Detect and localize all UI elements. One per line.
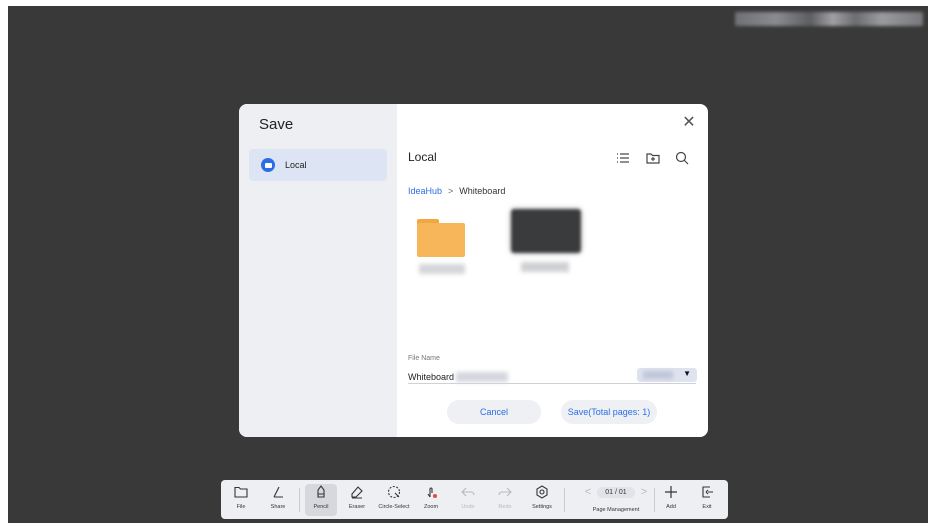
toolbar-undo[interactable]: Undo — [452, 484, 484, 516]
sidebar-item-label: Local — [285, 160, 307, 170]
breadcrumb-ideahub[interactable]: IdeaHub — [408, 186, 442, 196]
toolbar-label: File — [236, 504, 246, 510]
toolbar-label: Add — [666, 504, 676, 510]
eraser-icon — [351, 486, 363, 499]
dialog-sidebar: Save Local — [239, 104, 397, 437]
toolbar-zoom[interactable]: Zoom — [415, 484, 447, 516]
page-indicator: 01 / 01 — [597, 486, 635, 498]
pencil-icon — [317, 485, 325, 498]
zoom-icon — [427, 487, 437, 498]
toolbar-label: Zoom — [423, 504, 439, 510]
new-folder-icon[interactable] — [645, 150, 661, 166]
redo-icon — [498, 487, 512, 497]
save-button[interactable]: Save(Total pages: 1) — [561, 400, 657, 424]
toolbar-add[interactable]: Add — [655, 484, 687, 516]
toolbar-label: Settings — [532, 504, 552, 510]
folder-item[interactable] — [397, 209, 467, 281]
redacted-folder-name — [419, 264, 465, 274]
redacted-file-name — [521, 262, 569, 272]
toolbar-file[interactable]: File — [225, 484, 257, 516]
cancel-button[interactable]: Cancel — [447, 400, 541, 424]
close-icon[interactable]: ✕ — [680, 114, 698, 132]
toolbar-divider — [564, 488, 565, 512]
circle-select-icon — [387, 485, 401, 499]
breadcrumb: IdeaHub > Whiteboard — [408, 186, 505, 196]
toolbar-settings[interactable]: Settings — [526, 484, 558, 516]
share-icon — [273, 486, 283, 498]
undo-icon — [461, 487, 475, 497]
toolbar-exit[interactable]: Exit — [691, 484, 723, 516]
dropdown-arrow-icon: ▼ — [683, 369, 691, 378]
save-dialog: Save Local ✕ Local IdeaHub > Whiteboard … — [239, 104, 708, 437]
search-icon[interactable] — [674, 150, 690, 166]
next-page-icon[interactable]: > — [640, 486, 648, 498]
redacted-format-value — [643, 371, 673, 379]
toolbar-share[interactable]: Share — [262, 484, 294, 516]
list-view-icon[interactable] — [615, 150, 631, 166]
page-management-label[interactable]: Page Management — [584, 507, 648, 513]
folder-icon — [234, 486, 248, 498]
file-browser: ✕ Local IdeaHub > Whiteboard File Name W… — [397, 104, 708, 437]
file-name-label: File Name — [408, 355, 440, 362]
bottom-toolbar: File Share Pencil Eraser Circle-Select Z… — [221, 480, 728, 519]
prev-page-icon[interactable]: < — [584, 486, 592, 498]
toolbar-label: Exit — [702, 504, 712, 510]
toolbar-label: Pencil — [313, 504, 329, 510]
toolbar-label: Redo — [498, 504, 512, 510]
breadcrumb-whiteboard: Whiteboard — [459, 186, 506, 196]
file-thumbnail[interactable] — [511, 209, 581, 253]
add-icon — [665, 486, 677, 498]
toolbar-eraser[interactable]: Eraser — [341, 484, 373, 516]
breadcrumb-separator: > — [448, 186, 454, 196]
page-pager: < 01 / 01 > — [584, 484, 648, 500]
toolbar-divider — [299, 488, 300, 512]
folder-icon — [417, 219, 465, 257]
redacted-header-info — [735, 12, 923, 26]
location-title: Local — [408, 150, 437, 164]
toolbar-pencil[interactable]: Pencil — [305, 484, 337, 516]
sidebar-item-local[interactable]: Local — [249, 149, 387, 181]
toolbar-redo[interactable]: Redo — [489, 484, 521, 516]
redacted-file-suffix — [456, 371, 509, 382]
exit-icon — [702, 486, 713, 498]
local-storage-icon — [261, 158, 275, 172]
settings-icon — [536, 485, 548, 499]
file-format-dropdown[interactable]: ▼ — [637, 368, 697, 382]
toolbar-label: Undo — [461, 504, 475, 510]
toolbar-label: Circle-Select — [378, 504, 410, 510]
toolbar-label: Share — [270, 504, 286, 510]
dialog-title: Save — [259, 116, 294, 133]
file-name-value: Whiteboard — [408, 371, 455, 382]
toolbar-circle-select[interactable]: Circle-Select — [378, 484, 410, 516]
toolbar-label: Eraser — [348, 504, 366, 510]
